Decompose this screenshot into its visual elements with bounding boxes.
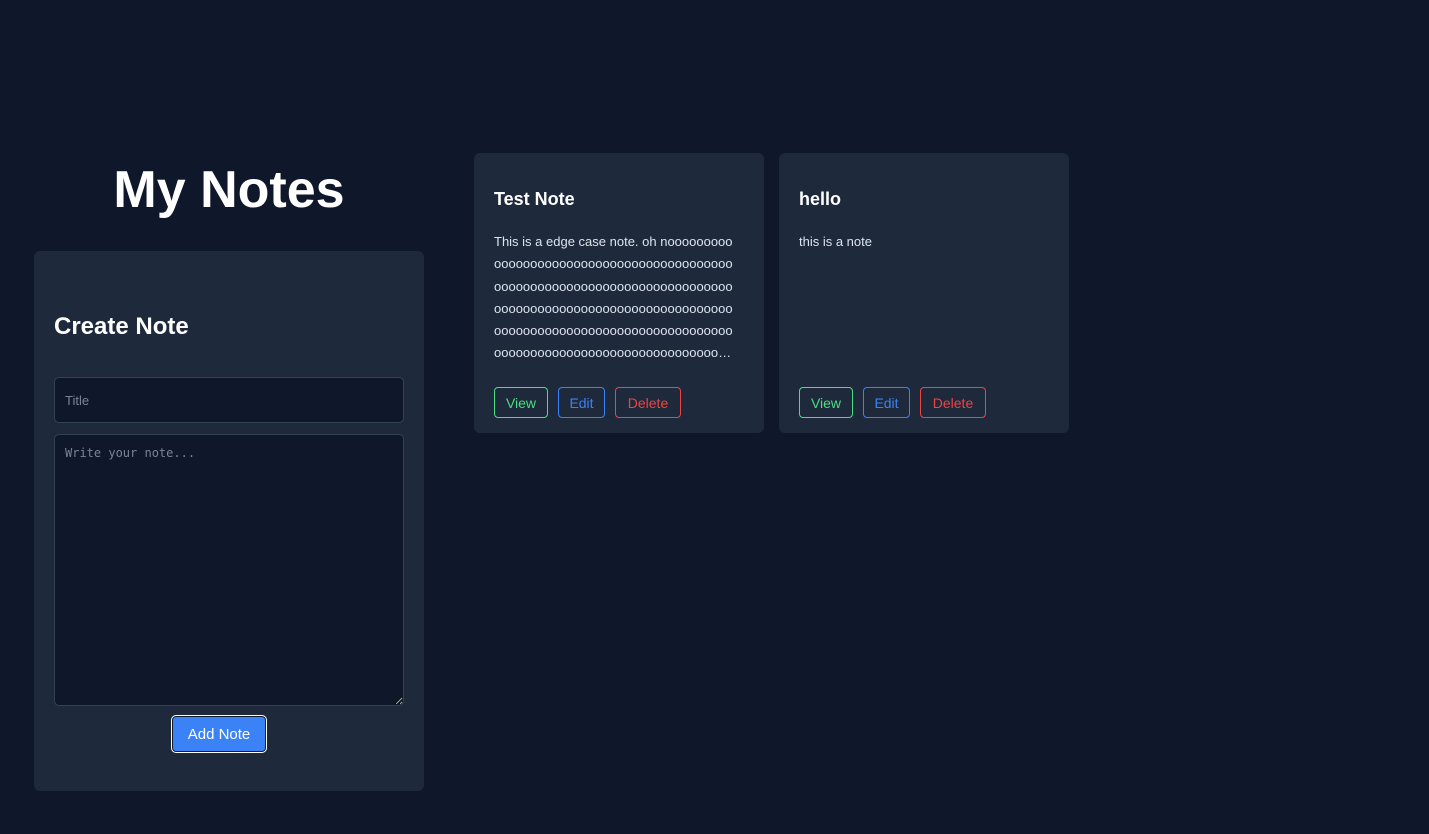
delete-button[interactable]: Delete <box>920 387 986 418</box>
create-note-heading: Create Note <box>54 313 189 340</box>
edit-button[interactable]: Edit <box>863 387 910 418</box>
note-body: this is a note <box>799 234 872 249</box>
view-button[interactable]: View <box>494 387 548 418</box>
delete-button[interactable]: Delete <box>615 387 681 418</box>
note-body-textarea[interactable] <box>54 434 404 706</box>
edit-button[interactable]: Edit <box>558 387 605 418</box>
view-button[interactable]: View <box>799 387 853 418</box>
create-note-panel: Create Note Add Note <box>34 251 424 791</box>
title-input[interactable] <box>54 377 404 423</box>
note-title: Test Note <box>494 189 575 209</box>
note-actions: View Edit Delete <box>494 387 681 418</box>
add-note-button[interactable]: Add Note <box>171 715 267 753</box>
note-actions: View Edit Delete <box>799 387 986 418</box>
page-title: My Notes <box>113 161 345 219</box>
title-area: My Notes <box>34 150 424 230</box>
note-card: Test Note This is a edge case note. oh n… <box>474 153 764 433</box>
note-title: hello <box>799 189 842 209</box>
note-body: This is a edge case note. oh noooooooooo… <box>494 234 733 361</box>
note-card: hello this is a note View Edit Delete <box>779 153 1069 433</box>
notes-app: My Notes Create Note Add Note Test Note … <box>0 0 1429 834</box>
